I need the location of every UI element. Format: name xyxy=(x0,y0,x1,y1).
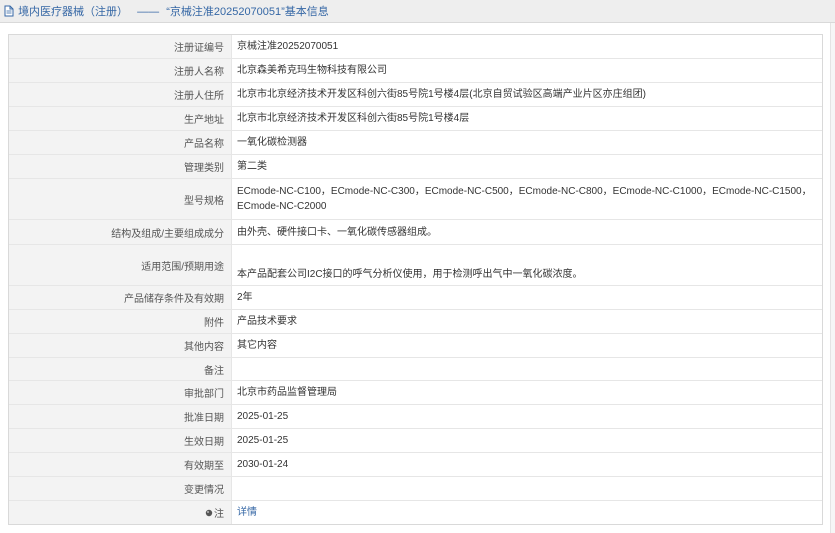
table-row: 产品名称 一氧化碳检测器 xyxy=(9,131,822,155)
row-label: 产品储存条件及有效期 xyxy=(9,286,232,309)
table-row: 其他内容 其它内容 xyxy=(9,334,822,358)
table-row: 生效日期 2025-01-25 xyxy=(9,429,822,453)
row-label: 适用范围/预期用途 xyxy=(9,245,232,285)
row-label: 生效日期 xyxy=(9,429,232,452)
row-label: 附件 xyxy=(9,310,232,333)
table-row: 附件 产品技术要求 xyxy=(9,310,822,334)
table-row: 变更情况 xyxy=(9,477,822,501)
row-value: 北京森美希克玛生物科技有限公司 xyxy=(237,65,387,76)
table-row: 注册人住所 北京市北京经济技术开发区科创六街85号院1号楼4层(北京自贸试验区高… xyxy=(9,83,822,107)
row-label: 结构及组成/主要组成成分 xyxy=(9,220,232,244)
detail-table: 注册证编号 京械注准20252070051 注册人名称 北京森美希克玛生物科技有… xyxy=(8,34,823,525)
page-header: 境内医疗器械（注册） —— “京械注准20252070051”基本信息 xyxy=(0,0,835,23)
table-row: 有效期至 2030-01-24 xyxy=(9,453,822,477)
breadcrumb-current: “京械注准20252070051”基本信息 xyxy=(166,6,329,18)
row-label-note: 注 xyxy=(9,501,232,524)
row-label: 备注 xyxy=(9,358,232,380)
table-row: 注册人名称 北京森美希克玛生物科技有限公司 xyxy=(9,59,822,83)
row-label: 注册人名称 xyxy=(9,59,232,82)
row-label: 管理类别 xyxy=(9,155,232,178)
row-label: 批准日期 xyxy=(9,405,232,428)
document-icon xyxy=(4,5,14,17)
table-row: 注册证编号 京械注准20252070051 xyxy=(9,35,822,59)
row-value: ECmode-NC-C100，ECmode-NC-C300，ECmode-NC-… xyxy=(237,186,812,212)
row-value: 2030-01-24 xyxy=(237,459,289,470)
row-value: 2年 xyxy=(237,292,253,303)
row-value: 其它内容 xyxy=(237,340,277,351)
row-value: 2025-01-25 xyxy=(237,435,289,446)
row-label: 生产地址 xyxy=(9,107,232,130)
details-link[interactable]: 详情 xyxy=(237,505,257,520)
table-row: 产品储存条件及有效期 2年 xyxy=(9,286,822,310)
row-value: 本产品配套公司I2C接口的呼气分析仪使用，用于检测呼出气中一氧化碳浓度。 xyxy=(237,269,583,280)
scrollbar[interactable] xyxy=(830,23,835,533)
row-value: 产品技术要求 xyxy=(237,316,297,327)
row-value: 北京市北京经济技术开发区科创六街85号院1号楼4层(北京自贸试验区高端产业片区亦… xyxy=(237,89,646,100)
row-value: 北京市药品监督管理局 xyxy=(237,387,337,398)
row-value: 北京市北京经济技术开发区科创六街85号院1号楼4层 xyxy=(237,113,470,124)
row-label: 注册人住所 xyxy=(9,83,232,106)
row-value: 京械注准20252070051 xyxy=(237,41,339,52)
table-row: 管理类别 第二类 xyxy=(9,155,822,179)
row-label: 型号规格 xyxy=(9,179,232,219)
table-row: 型号规格 ECmode-NC-C100，ECmode-NC-C300，ECmod… xyxy=(9,179,822,220)
table-row: 生产地址 北京市北京经济技术开发区科创六街85号院1号楼4层 xyxy=(9,107,822,131)
row-label: 产品名称 xyxy=(9,131,232,154)
row-label: 有效期至 xyxy=(9,453,232,476)
row-value: 2025-01-25 xyxy=(237,411,289,422)
row-label: 注 xyxy=(214,509,224,520)
row-value: 第二类 xyxy=(237,161,267,172)
row-value xyxy=(237,358,815,380)
row-value: 由外壳、硬件接口卡、一氧化碳传感器组成。 xyxy=(237,226,437,238)
row-label: 其他内容 xyxy=(9,334,232,357)
table-row: 适用范围/预期用途 本产品配套公司I2C接口的呼气分析仪使用，用于检测呼出气中一… xyxy=(9,245,822,286)
row-value: 详情 xyxy=(237,501,815,524)
breadcrumb-section[interactable]: 境内医疗器械（注册） xyxy=(18,6,128,18)
row-label: 审批部门 xyxy=(9,381,232,404)
breadcrumb: 境内医疗器械（注册） —— “京械注准20252070051”基本信息 xyxy=(4,5,329,19)
row-label: 变更情况 xyxy=(9,477,232,500)
table-row: 结构及组成/主要组成成分 由外壳、硬件接口卡、一氧化碳传感器组成。 xyxy=(9,220,822,245)
table-row: 注 详情 xyxy=(9,501,822,524)
row-value xyxy=(237,477,815,500)
row-label: 注册证编号 xyxy=(9,35,232,58)
breadcrumb-separator: —— xyxy=(137,6,160,18)
row-value: 一氧化碳检测器 xyxy=(237,137,307,148)
table-row: 备注 xyxy=(9,358,822,381)
table-row: 批准日期 2025-01-25 xyxy=(9,405,822,429)
note-icon xyxy=(205,509,213,516)
table-row: 审批部门 北京市药品监督管理局 xyxy=(9,381,822,405)
